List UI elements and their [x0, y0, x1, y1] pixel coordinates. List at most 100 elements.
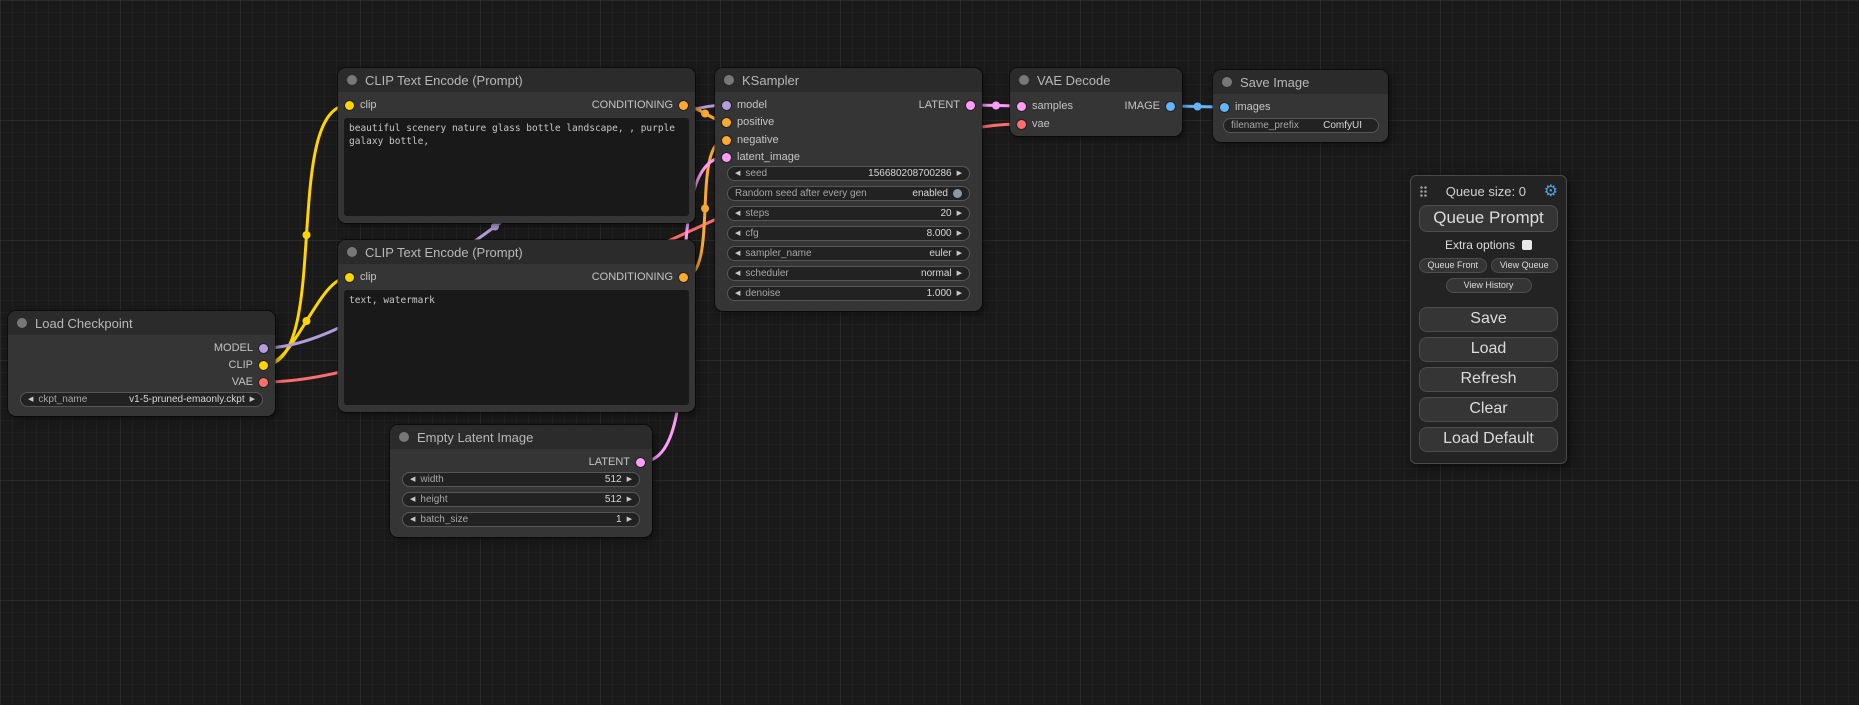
decrement-arrow-icon[interactable]: ◀ [735, 210, 740, 217]
clear-button[interactable]: Clear [1419, 397, 1558, 422]
output-slot-vae[interactable]: VAE [232, 374, 268, 390]
clip-slot-dot[interactable] [345, 273, 354, 282]
refresh-button[interactable]: Refresh [1419, 367, 1558, 392]
decrement-arrow-icon[interactable]: ◀ [735, 170, 740, 177]
node-title-bar[interactable]: Load Checkpoint [8, 311, 275, 335]
output-slot-latent[interactable]: LATENT [589, 454, 645, 470]
input-slot-clip[interactable]: clip [345, 269, 377, 285]
denoise-widget[interactable]: ◀ denoise 1.000 ▶ [727, 286, 970, 301]
drag-handle-icon[interactable] [1419, 185, 1428, 198]
output-slot-model[interactable]: MODEL [214, 340, 268, 356]
node-title-bar[interactable]: CLIP Text Encode (Prompt) [338, 240, 695, 264]
image-slot-dot[interactable] [1166, 102, 1175, 111]
latent-slot-dot[interactable] [722, 153, 731, 162]
next-arrow-icon[interactable]: ▶ [957, 270, 962, 277]
view-queue-button[interactable]: View Queue [1491, 258, 1559, 273]
input-slot-negative[interactable]: negative [722, 132, 779, 148]
filename-prefix-widget[interactable]: filename_prefix ComfyUI [1223, 118, 1379, 133]
toggle-indicator[interactable] [953, 189, 962, 198]
load-button[interactable]: Load [1419, 337, 1558, 362]
clip-slot-dot[interactable] [259, 361, 268, 370]
height-widget[interactable]: ◀ height 512 ▶ [402, 492, 640, 507]
output-slot-clip[interactable]: CLIP [229, 357, 268, 373]
view-history-button[interactable]: View History [1446, 278, 1532, 293]
conditioning-slot-dot[interactable] [679, 273, 688, 282]
output-slot-latent[interactable]: LATENT [919, 97, 975, 113]
node-empty-latent-image[interactable]: Empty Latent Image LATENT ◀ width 512 ▶ … [390, 425, 652, 537]
node-title-bar[interactable]: Empty Latent Image [390, 425, 652, 449]
decrement-arrow-icon[interactable]: ◀ [410, 476, 415, 483]
seed-widget[interactable]: ◀ seed 156680208700286 ▶ [727, 166, 970, 181]
decrement-arrow-icon[interactable]: ◀ [410, 516, 415, 523]
output-slot-conditioning[interactable]: CONDITIONING [592, 97, 688, 113]
output-slot-conditioning[interactable]: CONDITIONING [592, 269, 688, 285]
collapse-dot[interactable] [1019, 75, 1029, 85]
conditioning-slot-dot[interactable] [722, 118, 731, 127]
random-seed-toggle-widget[interactable]: Random seed after every gen enabled [727, 186, 970, 201]
collapse-dot[interactable] [347, 247, 357, 257]
output-slot-image[interactable]: IMAGE [1125, 98, 1175, 114]
collapse-dot[interactable] [724, 75, 734, 85]
collapse-dot[interactable] [399, 432, 409, 442]
decrement-arrow-icon[interactable]: ◀ [735, 230, 740, 237]
save-button[interactable]: Save [1419, 307, 1558, 332]
ckpt-name-widget[interactable]: ◀ ckpt_name v1-5-pruned-emaonly.ckpt ▶ [20, 392, 263, 407]
batch-size-widget[interactable]: ◀ batch_size 1 ▶ [402, 512, 640, 527]
increment-arrow-icon[interactable]: ▶ [957, 170, 962, 177]
vae-slot-dot[interactable] [259, 378, 268, 387]
increment-arrow-icon[interactable]: ▶ [957, 230, 962, 237]
queue-prompt-button[interactable]: Queue Prompt [1419, 205, 1558, 232]
latent-slot-dot[interactable] [966, 101, 975, 110]
input-slot-samples[interactable]: samples [1017, 98, 1073, 114]
vae-slot-dot[interactable] [1017, 120, 1026, 129]
prev-arrow-icon[interactable]: ◀ [735, 270, 740, 277]
prompt-textarea[interactable]: text, watermark [344, 290, 689, 405]
node-load-checkpoint[interactable]: Load Checkpoint MODEL CLIP VAE ◀ ckpt_na… [8, 311, 275, 416]
node-title-bar[interactable]: KSampler [715, 68, 982, 92]
prev-arrow-icon[interactable]: ◀ [735, 250, 740, 257]
extra-options-checkbox[interactable] [1522, 240, 1532, 250]
increment-arrow-icon[interactable]: ▶ [957, 210, 962, 217]
conditioning-slot-dot[interactable] [722, 136, 731, 145]
scheduler-widget[interactable]: ◀ scheduler normal ▶ [727, 266, 970, 281]
input-slot-clip[interactable]: clip [345, 97, 377, 113]
model-slot-dot[interactable] [722, 101, 731, 110]
next-arrow-icon[interactable]: ▶ [957, 250, 962, 257]
latent-slot-dot[interactable] [636, 458, 645, 467]
input-slot-images[interactable]: images [1220, 99, 1270, 115]
node-title-bar[interactable]: CLIP Text Encode (Prompt) [338, 68, 695, 92]
collapse-dot[interactable] [17, 318, 27, 328]
increment-arrow-icon[interactable]: ▶ [957, 290, 962, 297]
increment-arrow-icon[interactable]: ▶ [627, 516, 632, 523]
collapse-dot[interactable] [1222, 77, 1232, 87]
comfy-menu-panel[interactable]: Queue size: 0 ⚙ Queue Prompt Extra optio… [1410, 175, 1567, 464]
node-title-bar[interactable]: VAE Decode [1010, 68, 1182, 92]
increment-arrow-icon[interactable]: ▶ [627, 476, 632, 483]
collapse-dot[interactable] [347, 75, 357, 85]
input-slot-model[interactable]: model [722, 97, 767, 113]
input-slot-positive[interactable]: positive [722, 114, 774, 130]
width-widget[interactable]: ◀ width 512 ▶ [402, 472, 640, 487]
sampler-name-widget[interactable]: ◀ sampler_name euler ▶ [727, 246, 970, 261]
node-clip-text-encode-positive[interactable]: CLIP Text Encode (Prompt) clip CONDITION… [338, 68, 695, 223]
settings-gear-icon[interactable]: ⚙ [1544, 184, 1558, 200]
load-default-button[interactable]: Load Default [1419, 427, 1558, 452]
cfg-widget[interactable]: ◀ cfg 8.000 ▶ [727, 226, 970, 241]
model-slot-dot[interactable] [259, 344, 268, 353]
input-slot-latent-image[interactable]: latent_image [722, 149, 800, 165]
latent-slot-dot[interactable] [1017, 102, 1026, 111]
node-title-bar[interactable]: Save Image [1213, 70, 1388, 94]
conditioning-slot-dot[interactable] [679, 101, 688, 110]
input-slot-vae[interactable]: vae [1017, 116, 1050, 132]
node-ksampler[interactable]: KSampler model positive negative latent_… [715, 68, 982, 311]
next-arrow-icon[interactable]: ▶ [250, 396, 255, 403]
node-clip-text-encode-negative[interactable]: CLIP Text Encode (Prompt) clip CONDITION… [338, 240, 695, 412]
node-save-image[interactable]: Save Image images filename_prefix ComfyU… [1213, 70, 1388, 142]
decrement-arrow-icon[interactable]: ◀ [410, 496, 415, 503]
image-slot-dot[interactable] [1220, 103, 1229, 112]
steps-widget[interactable]: ◀ steps 20 ▶ [727, 206, 970, 221]
clip-slot-dot[interactable] [345, 101, 354, 110]
decrement-arrow-icon[interactable]: ◀ [735, 290, 740, 297]
node-vae-decode[interactable]: VAE Decode samples vae IMAGE [1010, 68, 1182, 136]
queue-front-button[interactable]: Queue Front [1419, 258, 1487, 273]
